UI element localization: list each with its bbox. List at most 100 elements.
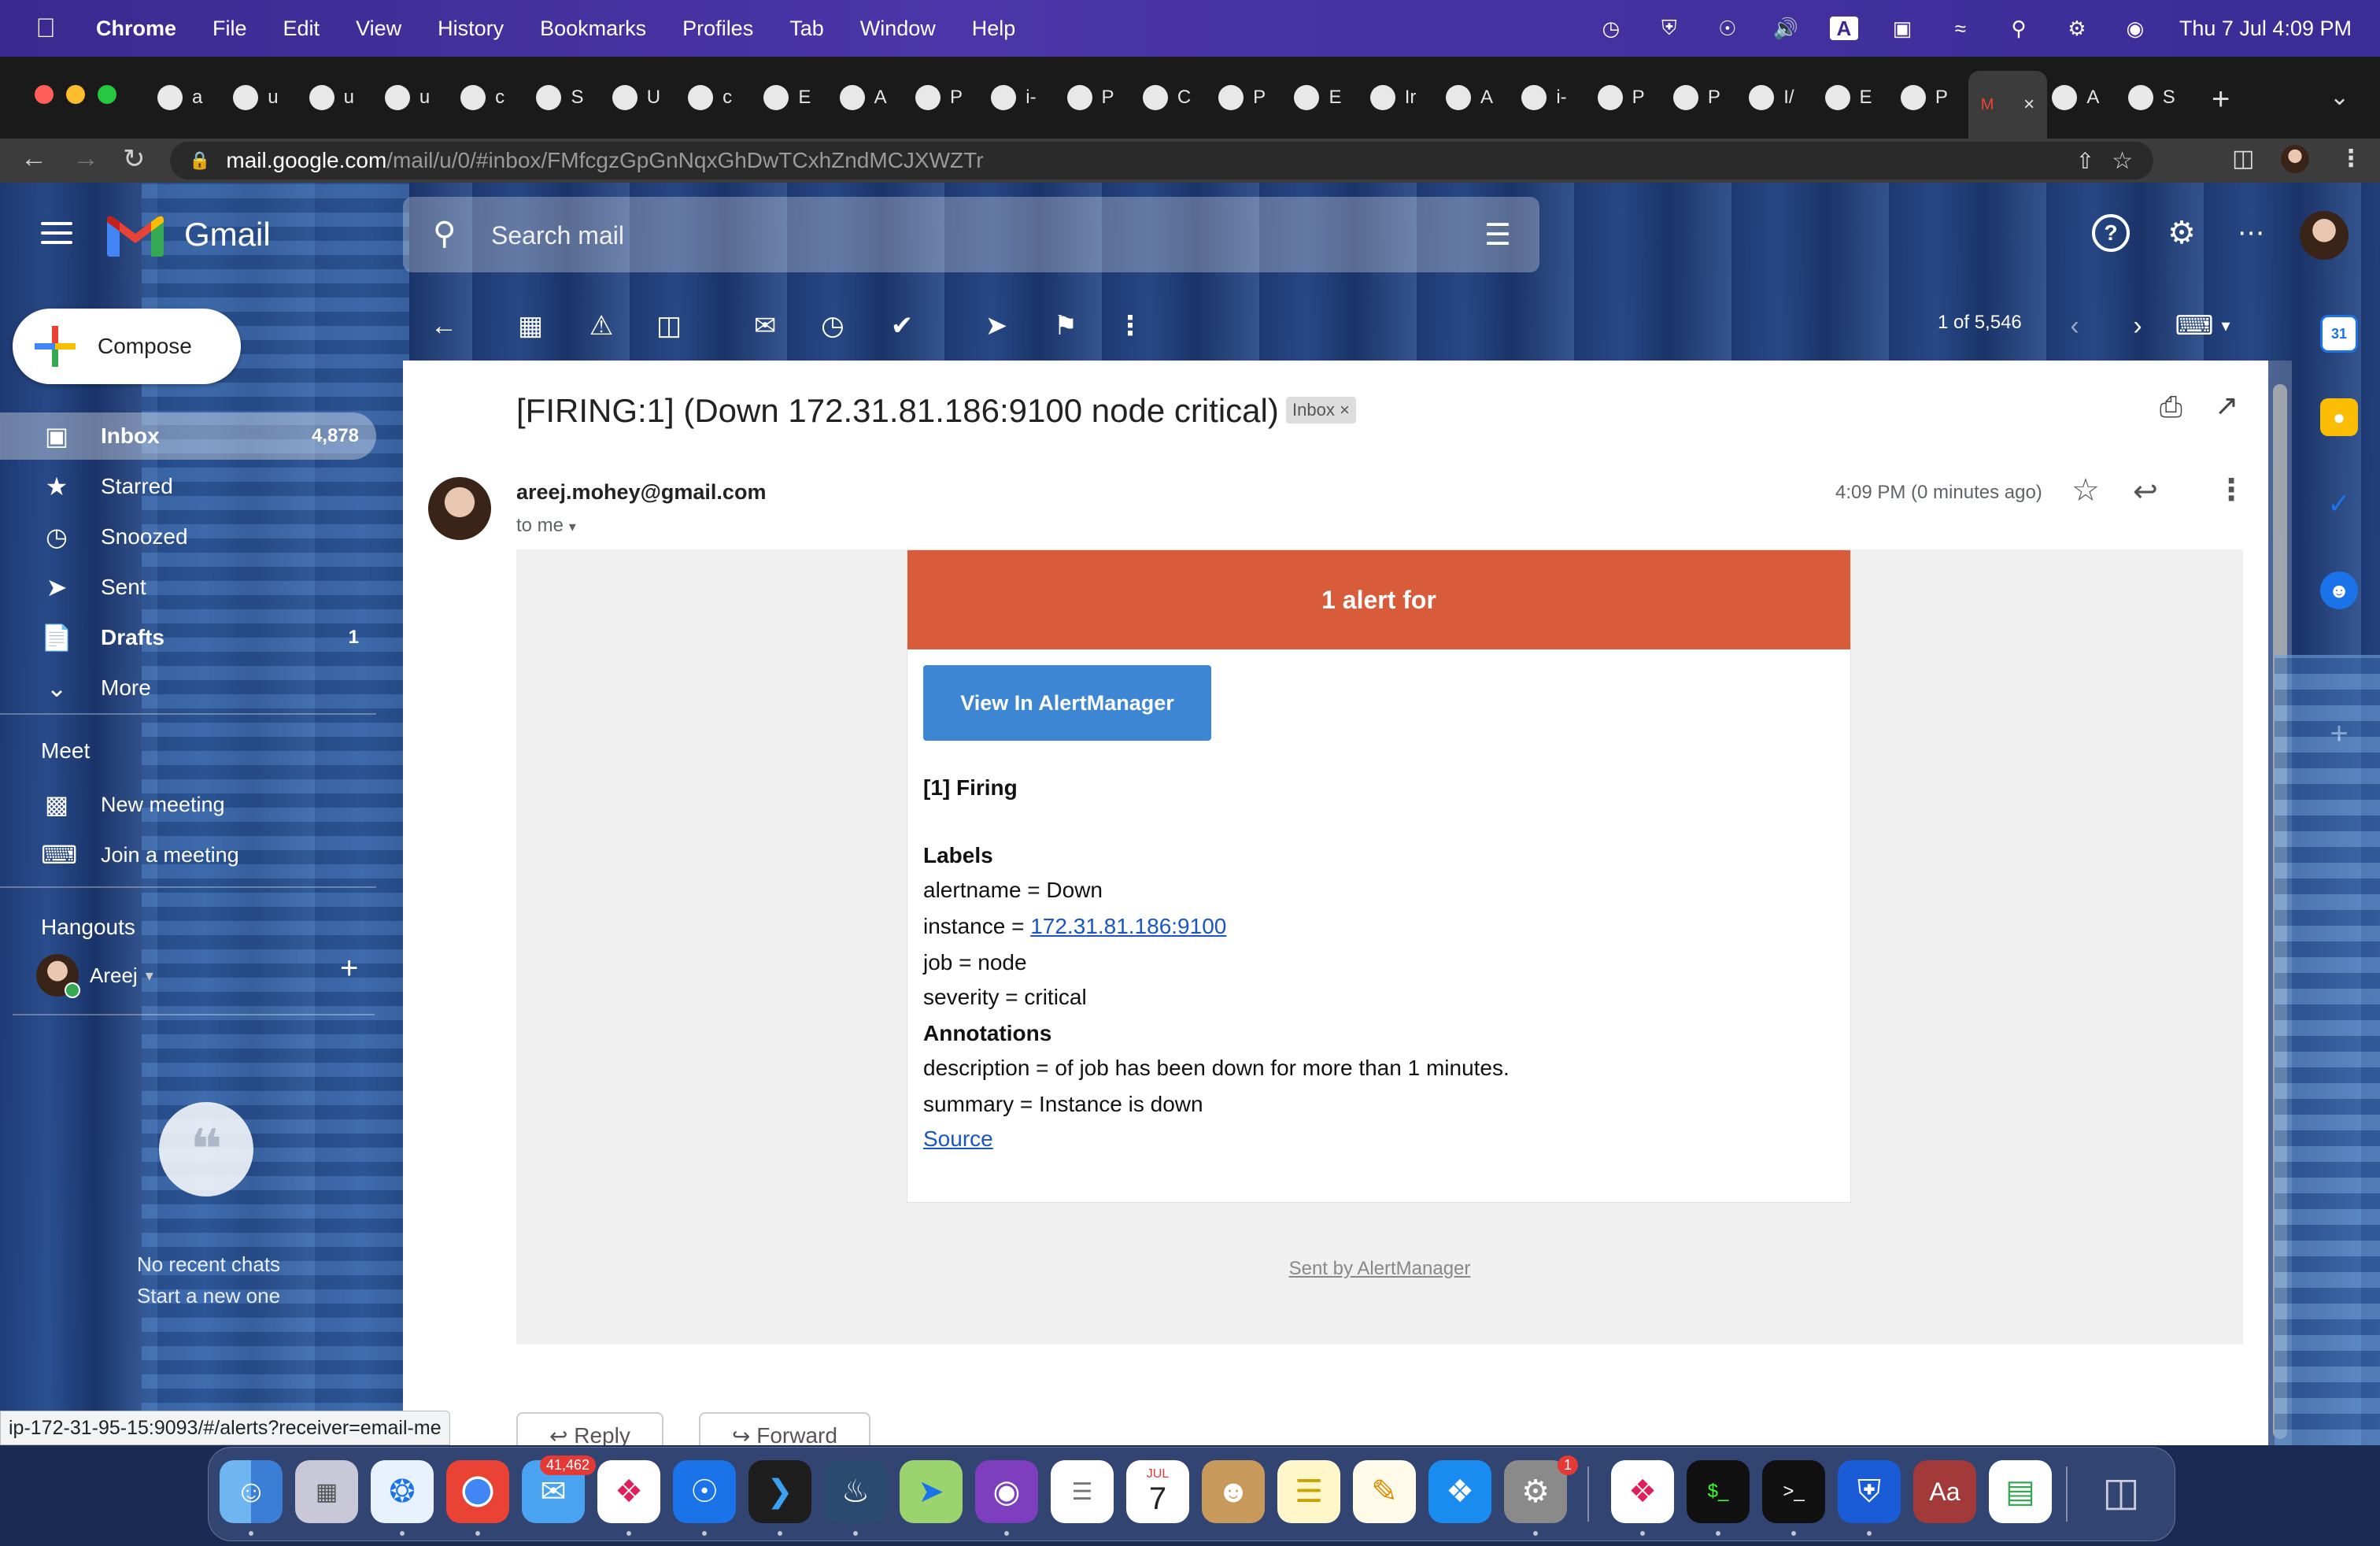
reminders-icon[interactable]: ☰	[1051, 1460, 1114, 1523]
browser-tab[interactable]: Ir	[1362, 74, 1416, 121]
older-message-chevron-icon[interactable]: ›	[2120, 309, 2155, 343]
browser-tab[interactable]: A	[2044, 74, 2099, 121]
launchpad-icon[interactable]: ▦	[295, 1460, 358, 1523]
back-icon[interactable]: ←	[20, 143, 47, 174]
browser-tab[interactable]: S	[2120, 74, 2175, 121]
start-new-chat-link[interactable]: Start a new one	[110, 1280, 307, 1311]
share-icon[interactable]: ⇧	[2076, 148, 2094, 174]
mail-envelope-icon[interactable]: ✉ 41,462	[522, 1455, 596, 1523]
spotlight-search-icon[interactable]: ⚲	[2005, 17, 2033, 40]
gmail-wordmark[interactable]: Gmail	[184, 216, 271, 253]
account-avatar[interactable]	[2300, 211, 2349, 260]
sender-email[interactable]: areej.mohey@gmail.com	[516, 480, 766, 505]
add-to-tasks-icon[interactable]: ✔	[885, 309, 919, 343]
browser-tab[interactable]: a	[150, 74, 202, 121]
menu-help[interactable]: Help	[972, 17, 1016, 41]
view-in-alertmanager-button[interactable]: View In AlertManager	[923, 665, 1211, 741]
compose-button[interactable]: Compose	[13, 309, 241, 384]
browser-tab[interactable]: P	[1893, 74, 1948, 121]
sidebar-item-drafts[interactable]: 📄 Drafts 1	[0, 614, 376, 661]
menu-tab[interactable]: Tab	[789, 17, 824, 41]
browser-tab[interactable]: P	[1665, 74, 1720, 121]
dictionary-icon[interactable]: Aa	[1913, 1460, 1976, 1523]
print-icon[interactable]: ⎙	[2160, 390, 2182, 424]
browser-tab[interactable]: i-	[1513, 74, 1567, 121]
newer-message-chevron-icon[interactable]: ‹	[2057, 309, 2092, 343]
browser-tab[interactable]: c	[453, 74, 504, 121]
archive-icon[interactable]: ▦	[513, 309, 548, 343]
system-preferences-gear-icon[interactable]: ⚙ 1	[1504, 1455, 1578, 1523]
reload-icon[interactable]: ↻	[123, 143, 146, 175]
browser-tab[interactable]: A	[832, 74, 887, 121]
sidebar-item-starred[interactable]: ★ Starred	[0, 463, 376, 510]
menu-view[interactable]: View	[356, 17, 401, 41]
browser-tab[interactable]: I/	[1741, 74, 1794, 121]
search-bar[interactable]: ⚲ ☰	[403, 197, 1539, 272]
terminal-prompt-icon[interactable]: >_	[1762, 1460, 1825, 1523]
open-in-new-window-icon[interactable]: ↗	[2215, 389, 2238, 422]
tab-active-gmail[interactable]: M ×	[1968, 71, 2048, 139]
move-to-icon[interactable]: ➤	[979, 309, 1014, 343]
maps-icon[interactable]: ➤	[900, 1460, 963, 1523]
browser-tab[interactable]: u	[377, 74, 430, 121]
menu-app-name[interactable]: Chrome	[96, 17, 176, 41]
side-panel-icon[interactable]: ◫	[2232, 145, 2254, 172]
input-tools-keyboard-icon[interactable]: ⌨	[2175, 309, 2213, 343]
forward-icon[interactable]: →	[72, 143, 99, 174]
reply-button[interactable]: ↩ Reply	[516, 1412, 663, 1445]
browser-tab[interactable]: i-	[983, 74, 1037, 121]
browser-tab[interactable]: P	[1590, 74, 1645, 121]
browser-tab[interactable]: E	[1286, 74, 1341, 121]
contacts-person-icon[interactable]: ☻	[2320, 571, 2358, 609]
new-meeting-link[interactable]: ▩ New meeting	[0, 781, 376, 828]
sidebar-item-inbox[interactable]: ▣ Inbox 4,878	[0, 412, 376, 460]
join-meeting-link[interactable]: ⌨ Join a meeting	[0, 831, 376, 878]
slack-recent-icon[interactable]: ❖	[1611, 1460, 1674, 1523]
battery-icon[interactable]: ▣	[1888, 17, 1916, 40]
browser-tab[interactable]: P	[1059, 74, 1114, 121]
time-machine-icon[interactable]: ◷	[1597, 17, 1625, 40]
menu-window[interactable]: Window	[860, 17, 936, 41]
tasks-check-icon[interactable]: ✓	[2320, 485, 2358, 523]
source-link[interactable]: Source	[923, 1126, 993, 1151]
vpn-shield-icon[interactable]: ⛨	[1838, 1460, 1901, 1523]
app-store-icon[interactable]: ❖	[1428, 1460, 1491, 1523]
menu-profiles[interactable]: Profiles	[682, 17, 753, 41]
browser-tab[interactable]: U	[604, 74, 660, 121]
lock-icon[interactable]: 🔒	[189, 150, 210, 171]
close-tab-icon[interactable]: ×	[2023, 94, 2034, 116]
sidebar-item-sent[interactable]: ➤ Sent	[0, 564, 376, 611]
new-tab-button[interactable]: +	[2212, 83, 2230, 115]
shield-status-icon[interactable]: ⛨	[1655, 16, 1683, 40]
snooze-clock-icon[interactable]: ◷	[815, 309, 850, 343]
calendar-icon[interactable]: JUL 7	[1126, 1460, 1189, 1523]
terminal-icon[interactable]: $_	[1687, 1460, 1750, 1523]
forward-button[interactable]: ↪ Forward	[699, 1412, 870, 1445]
search-options-icon[interactable]: ☰	[1484, 217, 1511, 253]
bookmark-star-icon[interactable]: ☆	[2112, 147, 2133, 175]
safari-compass-icon[interactable]: ❂	[371, 1460, 434, 1523]
remove-label-icon[interactable]: ×	[1340, 400, 1350, 420]
browser-tab[interactable]: C	[1135, 74, 1191, 121]
sidebar-item-more[interactable]: ⌄ More	[0, 664, 376, 712]
more-actions-icon[interactable]: ⋮	[1113, 309, 1148, 343]
menu-history[interactable]: History	[438, 17, 504, 41]
instance-link[interactable]: 172.31.81.186:9100	[1030, 914, 1226, 938]
get-addons-plus-icon[interactable]: +	[2320, 715, 2358, 753]
browser-tab[interactable]: E	[756, 74, 811, 121]
keep-notes-icon[interactable]: ●	[2320, 398, 2358, 436]
password-manager-icon[interactable]: ☉	[1713, 17, 1742, 40]
menu-clock[interactable]: Thu 7 Jul 4:09 PM	[2179, 17, 2352, 41]
window-close-button[interactable]	[35, 85, 54, 104]
search-input[interactable]	[491, 217, 1357, 253]
chrome-menu-icon[interactable]: ⋮	[2339, 145, 2363, 172]
google-apps-icon[interactable]: ⋯	[2232, 214, 2270, 252]
menu-bookmarks[interactable]: Bookmarks	[540, 17, 646, 41]
window-zoom-button[interactable]	[98, 85, 116, 104]
browser-tab[interactable]: u	[225, 74, 279, 121]
finder-icon[interactable]: ☺	[220, 1460, 283, 1523]
chrome-icon[interactable]	[446, 1460, 509, 1523]
hangouts-user-status[interactable]: Areej ▾	[36, 954, 153, 998]
more-options-icon[interactable]: ⋮	[2216, 472, 2246, 508]
menu-edit[interactable]: Edit	[283, 17, 320, 41]
